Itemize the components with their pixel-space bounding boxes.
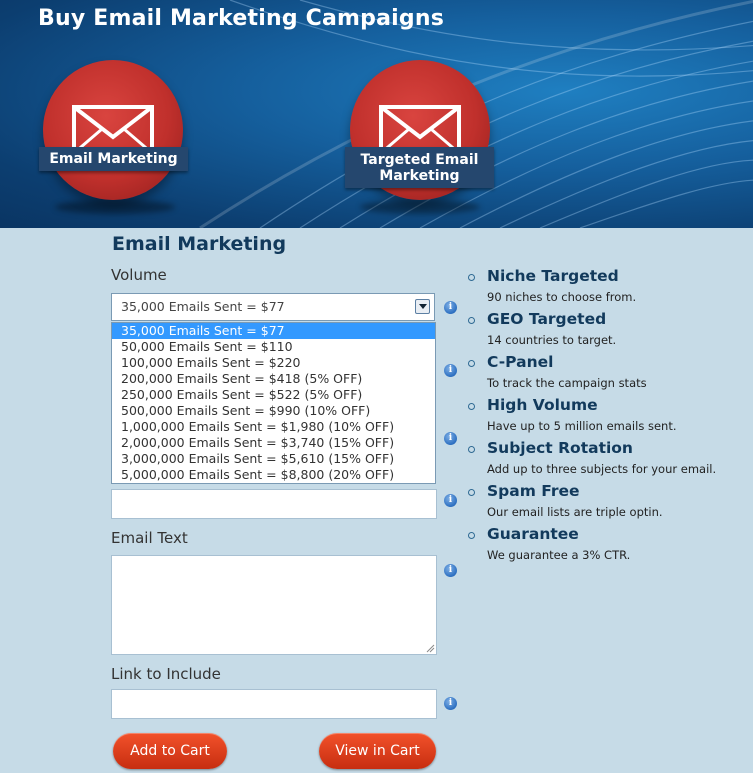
- info-icon[interactable]: i: [444, 697, 457, 710]
- email-text-label: Email Text: [111, 529, 188, 547]
- feature-title: High Volume: [487, 396, 598, 414]
- feature-title: GEO Targeted: [487, 310, 607, 328]
- feature-item: High Volume Have up to 5 million emails …: [468, 395, 748, 438]
- bullet-icon: [468, 274, 475, 281]
- volume-option[interactable]: 5,000,000 Emails Sent = $8,800 (20% OFF): [112, 467, 435, 483]
- feature-desc: 14 countries to target.: [487, 333, 617, 347]
- link-input[interactable]: [111, 689, 437, 719]
- badge-label-line1: Targeted Email: [360, 152, 479, 168]
- subject-input[interactable]: [111, 489, 437, 519]
- bullet-icon: [468, 489, 475, 496]
- link-label: Link to Include: [111, 665, 221, 683]
- volume-dropdown-list[interactable]: 35,000 Emails Sent = $77 50,000 Emails S…: [111, 322, 436, 484]
- resize-handle-icon[interactable]: [426, 644, 435, 653]
- info-icon[interactable]: i: [444, 564, 457, 577]
- feature-desc: Add up to three subjects for your email.: [487, 462, 717, 476]
- volume-option[interactable]: 3,000,000 Emails Sent = $5,610 (15% OFF): [112, 451, 435, 467]
- section-title: Email Marketing: [112, 233, 287, 255]
- feature-desc: Have up to 5 million emails sent.: [487, 419, 677, 433]
- feature-desc: To track the campaign stats: [487, 376, 647, 390]
- badge-label: Email Marketing: [39, 147, 188, 171]
- feature-desc: 90 niches to choose from.: [487, 290, 637, 304]
- feature-title: Subject Rotation: [487, 439, 633, 457]
- bullet-icon: [468, 532, 475, 539]
- feature-list: Niche Targeted 90 niches to choose from.…: [468, 266, 748, 567]
- volume-option[interactable]: 2,000,000 Emails Sent = $3,740 (15% OFF): [112, 435, 435, 451]
- feature-title: Niche Targeted: [487, 267, 619, 285]
- volume-select[interactable]: 35,000 Emails Sent = $77: [111, 293, 435, 321]
- feature-item: GEO Targeted 14 countries to target.: [468, 309, 748, 352]
- feature-title: Guarantee: [487, 525, 579, 543]
- info-icon[interactable]: i: [444, 301, 457, 314]
- volume-option[interactable]: 1,000,000 Emails Sent = $1,980 (10% OFF): [112, 419, 435, 435]
- feature-title: C-Panel: [487, 353, 554, 371]
- info-icon[interactable]: i: [444, 494, 457, 507]
- feature-desc: Our email lists are triple optin.: [487, 505, 663, 519]
- info-icon[interactable]: i: [444, 432, 457, 445]
- volume-option[interactable]: 35,000 Emails Sent = $77: [112, 323, 435, 339]
- feature-desc: We guarantee a 3% CTR.: [487, 548, 631, 562]
- page-title: Buy Email Marketing Campaigns: [38, 6, 445, 31]
- hero-banner: Buy Email Marketing Campaigns Email Mark…: [0, 0, 753, 228]
- badge-label-line2: Marketing: [379, 168, 460, 184]
- feature-item: Guarantee We guarantee a 3% CTR.: [468, 524, 748, 567]
- bullet-icon: [468, 317, 475, 324]
- feature-title: Spam Free: [487, 482, 580, 500]
- email-text-area[interactable]: [111, 555, 437, 655]
- feature-item: C-Panel To track the campaign stats: [468, 352, 748, 395]
- volume-option[interactable]: 250,000 Emails Sent = $522 (5% OFF): [112, 387, 435, 403]
- volume-option[interactable]: 50,000 Emails Sent = $110: [112, 339, 435, 355]
- volume-option[interactable]: 200,000 Emails Sent = $418 (5% OFF): [112, 371, 435, 387]
- view-in-cart-button[interactable]: View in Cart: [319, 733, 436, 769]
- info-icon[interactable]: i: [444, 364, 457, 377]
- volume-selected-value: 35,000 Emails Sent = $77: [121, 299, 285, 314]
- feature-item: Subject Rotation Add up to three subject…: [468, 438, 748, 481]
- add-to-cart-button[interactable]: Add to Cart: [113, 733, 227, 769]
- volume-option[interactable]: 500,000 Emails Sent = $990 (10% OFF): [112, 403, 435, 419]
- bullet-icon: [468, 360, 475, 367]
- bullet-icon: [468, 446, 475, 453]
- volume-option[interactable]: 100,000 Emails Sent = $220: [112, 355, 435, 371]
- volume-label: Volume: [111, 266, 167, 284]
- feature-item: Niche Targeted 90 niches to choose from.: [468, 266, 748, 309]
- feature-item: Spam Free Our email lists are triple opt…: [468, 481, 748, 524]
- bullet-icon: [468, 403, 475, 410]
- dropdown-arrow-icon[interactable]: [415, 299, 430, 314]
- badge-label: Targeted Email Marketing: [345, 147, 494, 188]
